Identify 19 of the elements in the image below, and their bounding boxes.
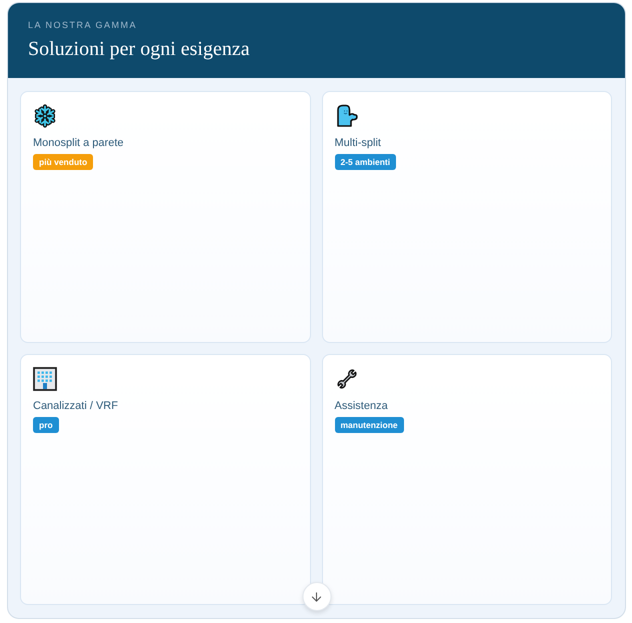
card-tag: 2-5 ambienti: [334, 154, 396, 170]
card-title: Assistenza: [334, 398, 388, 412]
product-card[interactable]: Canalizzati / VRF pro: [20, 354, 310, 605]
product-card[interactable]: Multi-split 2-5 ambienti: [322, 91, 612, 342]
card-tag: più venduto: [33, 154, 94, 170]
card-title: Canalizzati / VRF: [33, 398, 118, 412]
card-tag: pro: [33, 416, 59, 432]
product-card[interactable]: Assistenza manutenzione: [322, 354, 612, 605]
arrow-down-icon: [310, 590, 324, 604]
section-title: Soluzioni per ogni esigenza: [28, 37, 250, 61]
building-icon: [33, 366, 57, 390]
card-title: Monosplit a parete: [33, 136, 124, 150]
wind-face-icon: [334, 104, 358, 128]
wrench-icon: [334, 366, 358, 390]
product-card[interactable]: Monosplit a parete più venduto: [20, 91, 310, 342]
snowflake-icon: [33, 104, 57, 128]
section-eyebrow: LA NOSTRA GAMMA: [28, 20, 138, 31]
card-tag: manutenzione: [334, 416, 404, 432]
card-title: Multi-split: [334, 136, 381, 150]
